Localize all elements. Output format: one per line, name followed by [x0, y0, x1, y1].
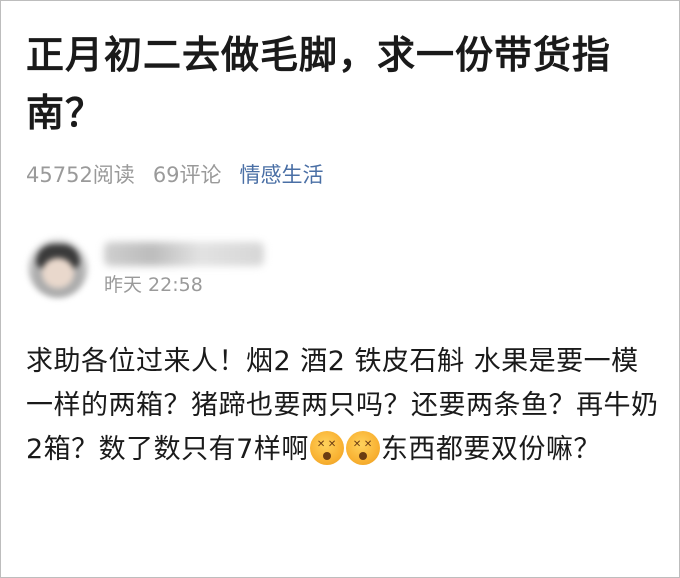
avatar[interactable]	[28, 238, 88, 298]
dizzy-face-icon: ✕ ✕	[309, 431, 344, 465]
category-link[interactable]: 情感生活	[240, 163, 324, 187]
post-meta: 45752阅读 69评论 情感生活	[26, 160, 324, 190]
author-name[interactable]	[104, 242, 264, 266]
post-content-text-end: 东西都要双份嘛？	[380, 434, 601, 465]
post-time: 昨天 22:58	[104, 274, 203, 296]
dizzy-face-icon: ✕ ✕	[345, 431, 380, 465]
post-title: 正月初二去做毛脚，求一份带货指南？	[26, 33, 612, 135]
comment-count[interactable]: 69评论	[153, 163, 222, 187]
post-content: 求助各位过来人！烟2 酒2 铁皮石斛 水果是要一模一样的两箱？猪蹄也要两只吗？还…	[26, 340, 662, 472]
read-count: 45752阅读	[26, 163, 135, 187]
